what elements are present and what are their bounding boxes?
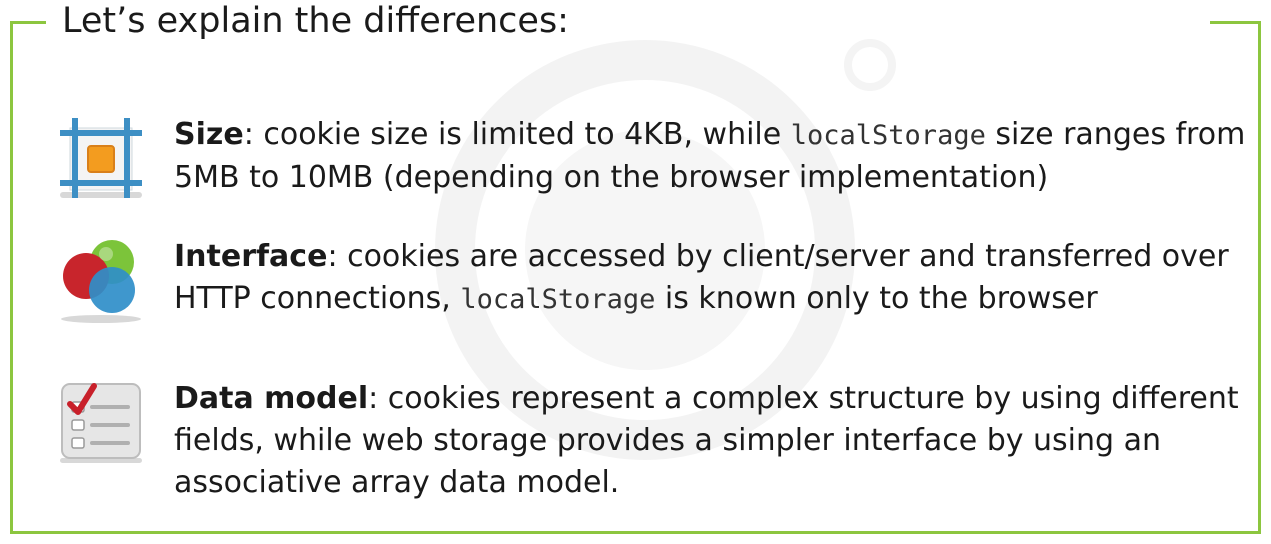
checklist-icon: [60, 383, 142, 463]
item-code: localStorage: [790, 120, 986, 151]
item-heading: Interface: [174, 239, 328, 274]
item-heading: Size: [174, 117, 244, 152]
item-code: localStorage: [460, 284, 656, 315]
frame-left-border: [10, 21, 13, 534]
item-text: Data model: cookies represent a complex …: [174, 378, 1254, 505]
frame-top-left-border: [10, 21, 46, 24]
item-text: Interface: cookies are accessed by clien…: [174, 236, 1254, 321]
interface-circles-icon: [61, 240, 141, 323]
size-frame-icon: [60, 118, 142, 198]
item-text-before: : cookie size is limited to 4KB, while: [243, 117, 791, 152]
item-heading: Data model: [174, 381, 369, 416]
item-text-after: is known only to the browser: [655, 281, 1098, 316]
frame-right-border: [1258, 21, 1261, 534]
frame-top-right-border: [1210, 21, 1261, 24]
frame-bottom-border: [10, 531, 1261, 534]
slide-title: Let’s explain the differences:: [62, 0, 577, 46]
item-text: Size: cookie size is limited to 4KB, whi…: [174, 114, 1254, 199]
